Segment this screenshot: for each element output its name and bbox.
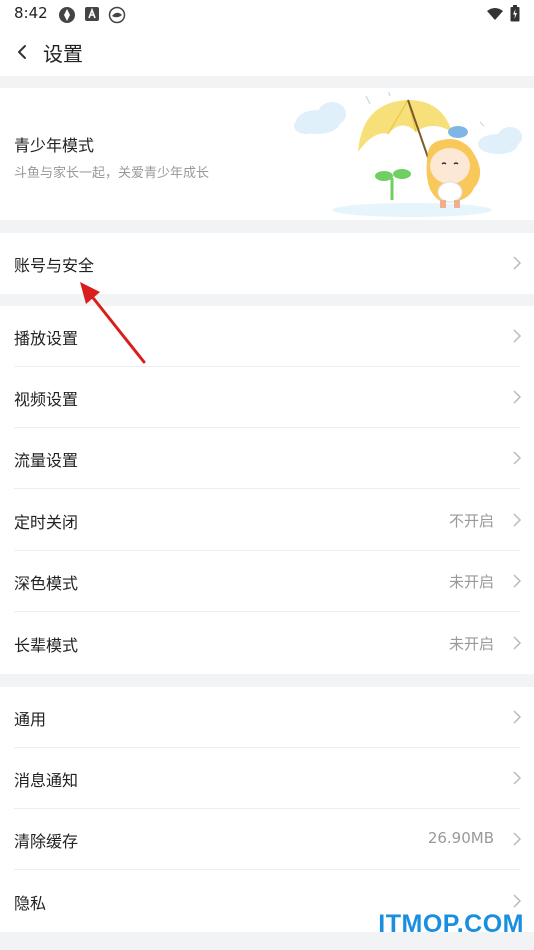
chevron-right-icon	[513, 256, 522, 270]
wifi-icon	[487, 7, 503, 20]
chevron-right-icon	[513, 574, 522, 588]
row-dark-mode[interactable]: 深色模式 未开启	[0, 551, 534, 612]
row-label: 通用	[14, 710, 47, 729]
cloud-left-icon	[294, 102, 346, 134]
row-general[interactable]: 通用	[0, 687, 534, 748]
row-clear-cache[interactable]: 清除缓存 26.90MB	[0, 809, 534, 870]
a-icon	[85, 7, 99, 21]
playback-section: 播放设置 视频设置 流量设置 定时关闭 不开启 深色模式 未开启 长辈模式 未开…	[0, 306, 534, 674]
status-bar: 8:42	[0, 0, 534, 28]
fish-icon	[108, 6, 126, 24]
row-value: 不开启	[448, 512, 494, 530]
chevron-right-icon	[513, 636, 522, 650]
status-right-group	[486, 5, 520, 22]
chevron-right-icon	[513, 894, 522, 908]
status-time: 8:42	[14, 4, 48, 22]
row-elder-mode[interactable]: 长辈模式 未开启	[0, 613, 534, 674]
account-section: 账号与安全	[0, 233, 534, 294]
teen-mode-subtitle: 斗鱼与家长一起，关爱青少年成长	[14, 166, 210, 181]
row-value: 未开启	[448, 573, 494, 591]
row-label: 定时关闭	[14, 513, 79, 532]
chevron-right-icon	[513, 832, 522, 846]
row-value: 26.90MB	[427, 829, 494, 847]
row-label: 长辈模式	[14, 636, 79, 655]
row-data-usage-settings[interactable]: 流量设置	[0, 428, 534, 489]
battery-icon	[510, 5, 520, 22]
row-label: 隐私	[14, 894, 47, 913]
row-label: 消息通知	[14, 771, 79, 790]
chevron-right-icon	[513, 771, 522, 785]
row-label: 视频设置	[14, 390, 79, 409]
sprout-icon	[375, 169, 411, 200]
general-section: 通用 消息通知 清除缓存 26.90MB 隐私	[0, 687, 534, 932]
row-playback-settings[interactable]: 播放设置	[0, 306, 534, 367]
row-value: 未开启	[448, 635, 494, 653]
chevron-right-icon	[513, 513, 522, 527]
page-title: 设置	[43, 42, 83, 66]
watermark-logo: ITMOP.COM	[378, 910, 524, 938]
row-label: 清除缓存	[14, 832, 79, 851]
chevron-right-icon	[513, 390, 522, 404]
chevron-right-icon	[513, 451, 522, 465]
divider	[14, 611, 520, 612]
chevron-right-icon	[513, 710, 522, 724]
teen-mode-illustration	[294, 92, 522, 217]
row-label: 播放设置	[14, 329, 79, 348]
cloud-right-icon	[478, 127, 522, 154]
row-label: 账号与安全	[14, 256, 95, 275]
teen-mode-title: 青少年模式	[14, 136, 95, 155]
row-notifications[interactable]: 消息通知	[0, 748, 534, 809]
row-label: 深色模式	[14, 574, 79, 593]
mascot-character	[426, 126, 481, 208]
chevron-right-icon	[513, 329, 522, 343]
divider	[14, 488, 520, 489]
divider	[14, 869, 520, 870]
teen-mode-card[interactable]: 青少年模式 斗鱼与家长一起，关爱青少年成长	[0, 88, 534, 220]
row-video-settings[interactable]: 视频设置	[0, 367, 534, 428]
back-arrow-icon[interactable]	[12, 40, 34, 64]
row-account-security[interactable]: 账号与安全	[0, 233, 534, 294]
row-sleep-timer[interactable]: 定时关闭 不开启	[0, 490, 534, 551]
nav-bar: 设置	[0, 28, 534, 76]
row-label: 流量设置	[14, 451, 79, 470]
app-icon	[59, 7, 75, 23]
